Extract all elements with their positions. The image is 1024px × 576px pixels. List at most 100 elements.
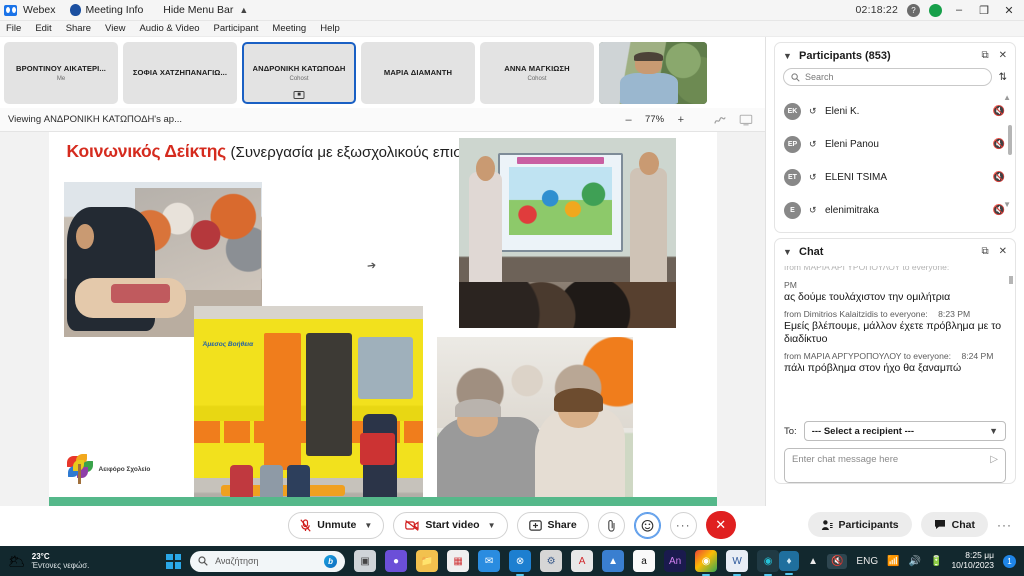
annotate-icon[interactable] — [713, 114, 727, 126]
search-input[interactable]: Search — [783, 68, 992, 86]
menu-item-audio-video[interactable]: Audio & Video — [139, 23, 199, 34]
menu-item-view[interactable]: View — [105, 23, 125, 34]
start-video-button[interactable]: Start video ▼ — [393, 511, 508, 539]
video-tile-role: Me — [56, 75, 66, 82]
chevron-down-icon[interactable]: ▼ — [783, 247, 793, 257]
zoom-controls: – 77% + — [625, 114, 757, 126]
meeting-info-label: Meeting Info — [85, 4, 144, 16]
video-tile-2-active-presenter[interactable]: ΑΝΔΡΟΝΙΚΗ ΚΑΤΩΠΟΔΗ Cohost ■ — [242, 41, 356, 104]
participants-panel-actions: ⧉ ✕ — [981, 50, 1007, 61]
mail-icon[interactable]: ✉ — [478, 550, 501, 572]
scroll-down-icon[interactable]: ▼ — [1003, 200, 1011, 209]
menu-item-help[interactable]: Help — [320, 23, 340, 34]
menu-item-file[interactable]: File — [6, 23, 21, 34]
scrollbar-thumb[interactable] — [1009, 276, 1013, 284]
language-indicator[interactable]: ENG — [856, 556, 878, 567]
participants-scrollbar[interactable]: ▲ ▼ — [1003, 93, 1012, 209]
help-badge-icon[interactable]: ? — [907, 3, 920, 17]
zoom-in-button[interactable]: + — [678, 114, 684, 126]
list-item[interactable]: EP ↺ Eleni Panou 🔇 — [775, 128, 1015, 161]
chat-message-list[interactable]: from ΜΑΡΙΑ ΑΡΓΥΡΟΠΟΥΛΟΥ to everyone: PM … — [775, 264, 1015, 414]
minimize-button[interactable]: – — [951, 4, 967, 16]
video-tile-4[interactable]: ΑΝΝΑ ΜΑΓΚΙΩΣΗ Cohost — [480, 41, 594, 104]
photos-icon[interactable]: ▲ — [602, 550, 625, 572]
meeting-info-button[interactable]: Meeting Info — [69, 4, 144, 16]
battery-icon[interactable]: 🔋 — [930, 556, 942, 567]
webex-meeting-active-icon[interactable]: ◉ — [757, 550, 780, 572]
chevron-down-icon[interactable]: ▼ — [364, 521, 372, 530]
weather-widget[interactable]: 🌥 23°C Έντονες νεφώσ. — [0, 552, 166, 570]
maximize-button[interactable]: ❐ — [976, 4, 992, 17]
taskbar-clock[interactable]: 8:25 μμ 10/10/2023 — [951, 550, 994, 571]
close-icon[interactable]: ✕ — [999, 246, 1007, 257]
chevron-down-icon[interactable]: ▼ — [783, 51, 793, 61]
chrome-browser-icon[interactable]: ◉ — [695, 550, 718, 572]
sort-icon[interactable]: ⇅ — [999, 72, 1007, 83]
chat-message-input[interactable]: Enter chat message here ▷ — [784, 448, 1006, 483]
volume-icon[interactable]: 🔊 — [909, 556, 921, 567]
chat-recipient-value: --- Select a recipient --- — [811, 425, 915, 437]
zoom-out-button[interactable]: – — [625, 114, 631, 126]
reactions-button[interactable] — [633, 511, 661, 539]
settings-app-icon[interactable]: ⚙ — [540, 550, 563, 572]
video-tile-3[interactable]: ΜΑΡΙΑ ΔΙΑΜΑΝΤΗ — [361, 41, 475, 104]
chat-toggle-button[interactable]: Chat — [920, 512, 988, 537]
webex-app-icon[interactable]: ● — [385, 550, 408, 572]
participants-toggle-button[interactable]: Participants — [807, 512, 912, 537]
word-icon[interactable]: W — [726, 550, 749, 572]
taskview-icon[interactable]: ▣ — [354, 550, 377, 572]
menu-item-participant[interactable]: Participant — [214, 23, 259, 34]
close-button[interactable]: ✕ — [1001, 4, 1017, 17]
video-tile-0[interactable]: ΒΡΟΝΤΙΝΟΥ ΑΙΚΑΤΕΡΙ... Me — [4, 41, 118, 104]
close-icon[interactable]: ✕ — [999, 50, 1007, 61]
menu-item-edit[interactable]: Edit — [35, 23, 51, 34]
unmute-button[interactable]: Unmute ▼ — [288, 511, 385, 539]
chat-recipient-select[interactable]: --- Select a recipient --- ▼ — [803, 421, 1006, 441]
wifi-icon[interactable]: 📶 — [887, 556, 899, 567]
leave-meeting-button[interactable]: ✕ — [705, 511, 736, 539]
tray-app-icon[interactable]: ♦ — [779, 551, 800, 571]
list-item[interactable]: E ↺ elenimitraka 🔇 — [775, 194, 1015, 227]
chat-message-text: ας δούμε τουλάχιστον την ομιλήτρια — [784, 291, 951, 303]
chevron-down-icon[interactable]: ▼ — [488, 521, 496, 530]
menu-item-meeting[interactable]: Meeting — [272, 23, 306, 34]
amazon-icon[interactable]: a — [633, 550, 656, 572]
muted-microphone-icon[interactable]: 🔇 — [993, 172, 1005, 183]
adobe-animate-icon[interactable]: An — [664, 550, 687, 572]
chat-message-text: πάλι πρόβλημα στον ήχο θα ξαναμπώ — [784, 362, 962, 375]
chat-scrollbar[interactable] — [1009, 276, 1013, 396]
muted-microphone-icon[interactable]: 🔇 — [993, 139, 1005, 150]
show-hidden-icons-chevron[interactable]: ▲ — [808, 556, 818, 567]
panel-more-icon[interactable]: ··· — [997, 518, 1012, 532]
list-item[interactable]: EK ↺ Eleni K. 🔇 — [775, 95, 1015, 128]
more-options-button[interactable]: ··· — [669, 511, 697, 539]
microphone-muted-tray-icon[interactable]: 🔇 — [826, 553, 848, 569]
start-button-icon[interactable] — [166, 553, 182, 569]
attachment-button[interactable] — [597, 511, 625, 539]
hide-menu-bar-button[interactable]: Hide Menu Bar ▲ — [163, 4, 248, 16]
taskbar-search-input[interactable]: Αναζήτηση b — [190, 550, 346, 572]
popout-icon[interactable]: ⧉ — [981, 246, 988, 257]
avatar: E — [784, 202, 801, 219]
chat-sender: from ΜΑΡΙΑ ΑΡΓΥΡΟΠΟΥΛΟΥ to everyone: — [784, 351, 952, 362]
adobe-reader-icon[interactable]: A — [571, 550, 594, 572]
scrollbar-thumb[interactable] — [1008, 125, 1012, 155]
muted-microphone-icon[interactable]: 🔇 — [993, 106, 1005, 117]
video-tile-1[interactable]: ΣΟΦΙΑ ΧΑΤΖΗΠΑΝΑΓΙΩ... — [123, 41, 237, 104]
menu-item-share[interactable]: Share — [66, 23, 91, 34]
microsoft-store-icon[interactable]: ▦ — [447, 550, 470, 572]
bing-copilot-icon[interactable]: b — [324, 554, 338, 568]
send-icon[interactable]: ▷ — [990, 454, 998, 465]
share-button[interactable]: Share — [516, 511, 589, 539]
photo-ambulance-label: Άμεσος Βοήθεια — [202, 341, 254, 349]
list-item[interactable]: ET ↺ ELENI TSIMA 🔇 — [775, 161, 1015, 194]
notification-badge[interactable]: 1 — [1003, 554, 1016, 568]
edge-browser-icon[interactable]: ⊗ — [509, 550, 532, 572]
raise-hand-icon: ↺ — [809, 106, 817, 116]
network-quality-icon[interactable] — [929, 3, 942, 17]
file-explorer-icon[interactable]: 📁 — [416, 550, 439, 572]
popout-icon[interactable]: ⧉ — [981, 50, 988, 61]
video-tile-5-live-camera[interactable] — [599, 41, 707, 104]
full-screen-icon[interactable] — [739, 114, 753, 126]
participants-search-row: Search ⇅ — [775, 68, 1015, 93]
